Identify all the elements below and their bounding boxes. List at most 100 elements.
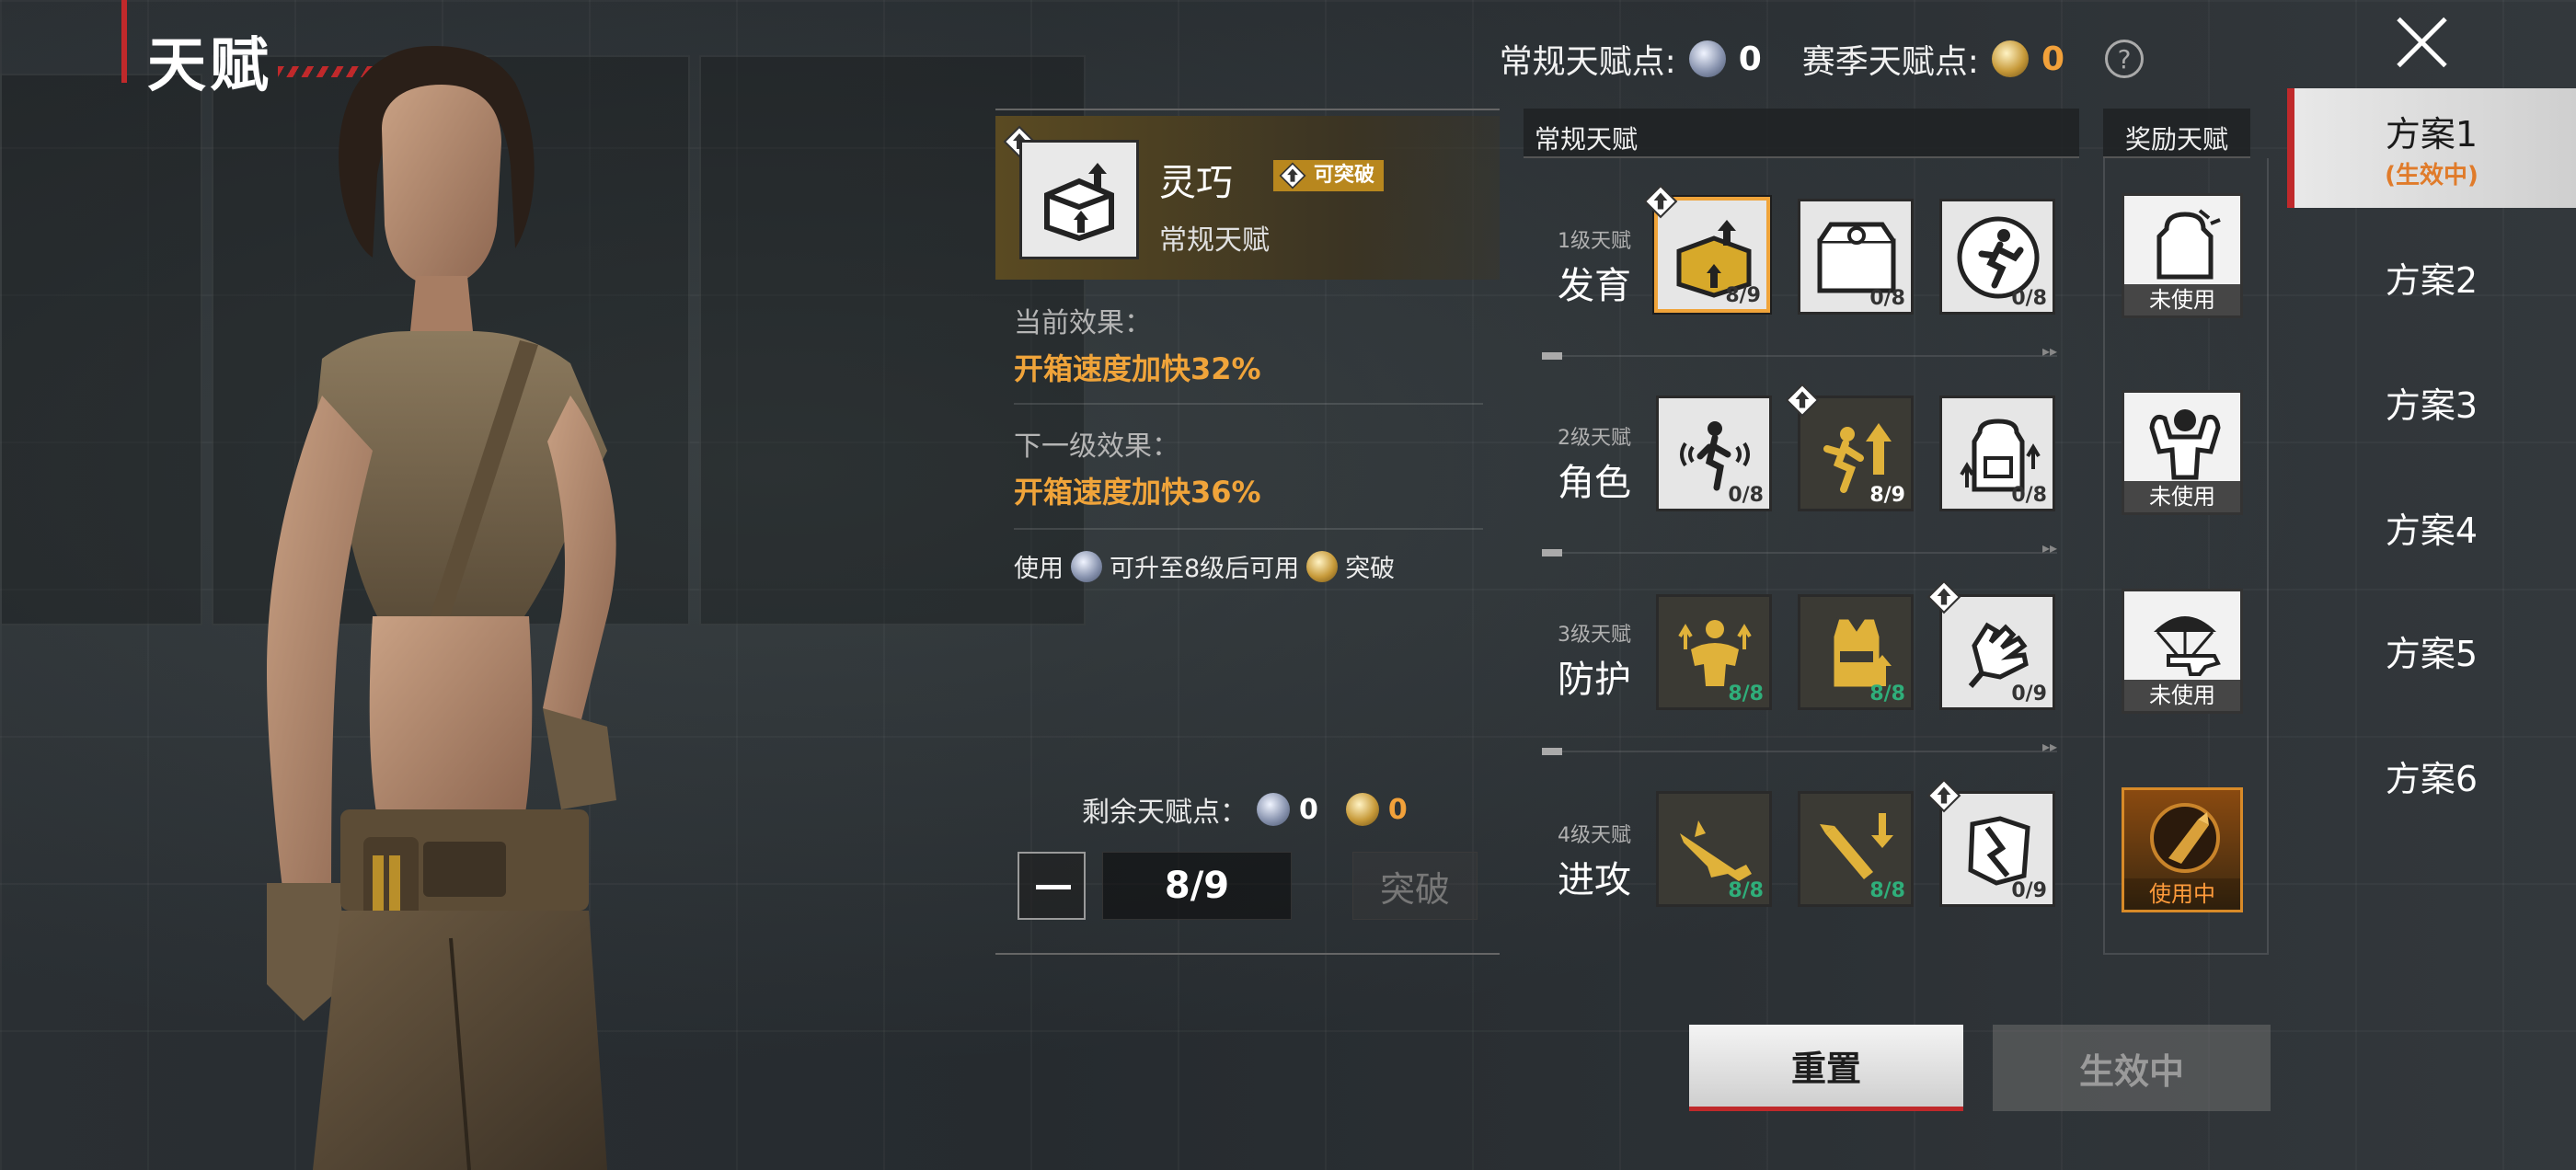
scheme-sidebar: 方案1 (生效中) 方案2 方案3 方案4 方案5 方案6 xyxy=(2287,88,2576,1170)
tier-name: 防护 xyxy=(1558,659,1631,701)
usage-prefix: 使用 xyxy=(1014,555,1064,583)
talent-cell-strength[interactable]: 8/8 xyxy=(1656,594,1772,710)
current-effect-label: 当前效果： xyxy=(1014,307,1152,339)
reward-state: 未使用 xyxy=(2124,481,2240,512)
scheme-status: (生效中) xyxy=(2385,162,2478,189)
silver-point-icon xyxy=(1688,40,1726,77)
gold-point-icon xyxy=(1991,40,2029,77)
talent-count: 8/9 xyxy=(1869,484,1905,507)
talent-level-display: 8/9 xyxy=(1102,852,1292,920)
talent-detail-header: 灵巧 可突破 常规天赋 xyxy=(995,116,1500,280)
talent-cell-footstep-sound[interactable]: 0/8 xyxy=(1656,396,1772,511)
close-icon[interactable] xyxy=(2392,13,2451,72)
talent-count: 8/8 xyxy=(1728,682,1764,705)
silver-point-icon xyxy=(1257,793,1290,826)
scheme-tab-6[interactable]: 方案6 xyxy=(2287,716,2576,835)
talent-count: 8/9 xyxy=(1725,284,1761,307)
tier-label: 2级天赋 角色 xyxy=(1535,421,1654,506)
scheme-tab-3[interactable]: 方案3 xyxy=(2287,342,2576,462)
scheme-tab-2[interactable]: 方案2 xyxy=(2287,217,2576,337)
talent-detail-icon xyxy=(1019,140,1139,259)
breakthrough-requirement: 使用 可升至8级后可用 突破 xyxy=(1014,548,1395,584)
reward-talent-flex[interactable]: 未使用 xyxy=(2122,390,2243,515)
tier-label: 1级天赋 发育 xyxy=(1535,224,1654,309)
divider xyxy=(1014,403,1483,405)
breakthrough-mark-icon xyxy=(1643,184,1678,219)
reward-talent-bullet[interactable]: 使用中 xyxy=(2122,787,2243,912)
tier-level: 3级天赋 xyxy=(1558,624,1631,647)
talent-detail-panel: 灵巧 可突破 常规天赋 当前效果： 开箱速度加快32% 下一级效果： 开箱速度加… xyxy=(995,109,1500,955)
talent-type: 常规天赋 xyxy=(1159,224,1270,257)
apply-button[interactable]: 生效中 xyxy=(1993,1025,2271,1111)
tier-divider xyxy=(1542,738,2057,755)
usage-middle: 可升至8级后可用 xyxy=(1110,555,1300,583)
talent-cell-supply-box[interactable]: 0/8 xyxy=(1798,199,1914,315)
tier-name: 发育 xyxy=(1558,265,1631,307)
remaining-points: 剩余天赋点： 0 0 xyxy=(1082,789,1408,830)
talent-count: 0/8 xyxy=(1869,287,1905,310)
talent-count: 0/8 xyxy=(2011,287,2047,310)
reward-talent-airdrop[interactable]: 未使用 xyxy=(2122,589,2243,714)
tier-name: 进攻 xyxy=(1558,859,1631,901)
talent-count: 0/8 xyxy=(2011,484,2047,507)
bullet-icon xyxy=(2150,803,2220,873)
regular-talent-header: 常规天赋 xyxy=(1524,109,2079,158)
gold-point-icon xyxy=(1306,550,1339,582)
tier-level: 1级天赋 xyxy=(1558,230,1631,253)
remaining-gold-value: 0 xyxy=(1387,793,1408,826)
reward-state: 未使用 xyxy=(2124,284,2240,315)
talent-count: 0/9 xyxy=(2011,879,2047,902)
next-effect-value: 开箱速度加快36% xyxy=(1014,475,1261,510)
breakthrough-mark-icon xyxy=(1279,162,1306,189)
bag-icon xyxy=(2156,209,2221,280)
talent-cell-rifle[interactable]: 8/8 xyxy=(1656,791,1772,907)
scheme-label: 方案1 xyxy=(2385,114,2478,155)
scheme-label: 方案5 xyxy=(2385,633,2478,674)
reward-talent-bag[interactable]: 未使用 xyxy=(2122,193,2243,318)
tier-divider xyxy=(1542,342,2057,360)
crate-open-icon xyxy=(1044,163,1114,242)
decrease-level-button[interactable] xyxy=(1018,852,1086,920)
airdrop-icon xyxy=(2154,616,2221,676)
reset-button[interactable]: 重置 xyxy=(1689,1025,1963,1111)
tier-label: 4级天赋 进攻 xyxy=(1535,819,1654,903)
remaining-silver-value: 0 xyxy=(1299,793,1318,826)
title-accent-bar xyxy=(121,0,127,83)
current-effect-value: 开箱速度加快32% xyxy=(1014,351,1261,386)
scheme-tab-4[interactable]: 方案4 xyxy=(2287,467,2576,587)
breakthrough-button[interactable]: 突破 xyxy=(1352,852,1478,920)
regular-points-label: 常规天赋点: xyxy=(1499,43,1676,81)
divider xyxy=(1014,528,1483,530)
talent-cell-backpack[interactable]: 0/8 xyxy=(1939,396,2055,511)
talent-cell-vest[interactable]: 8/8 xyxy=(1798,594,1914,710)
tier-level: 2级天赋 xyxy=(1558,427,1631,450)
talent-count: 0/9 xyxy=(2011,682,2047,705)
breakthrough-mark-icon xyxy=(1785,383,1820,418)
talent-cell-ammo[interactable]: 8/8 xyxy=(1798,791,1914,907)
tier-level: 4级天赋 xyxy=(1558,824,1631,847)
scheme-tab-1[interactable]: 方案1 (生效中) xyxy=(2287,88,2576,208)
scheme-tab-5[interactable]: 方案5 xyxy=(2287,591,2576,710)
gold-point-icon xyxy=(1345,793,1379,826)
tier-divider xyxy=(1542,539,2057,556)
scheme-label: 方案4 xyxy=(2385,510,2478,551)
regular-points-value: 0 xyxy=(1738,40,1762,78)
talent-cell-runner[interactable]: 0/8 xyxy=(1939,199,2055,315)
talent-name: 灵巧 xyxy=(1159,162,1233,204)
silver-point-icon xyxy=(1071,550,1102,582)
reward-talent-header: 奖励天赋 xyxy=(2103,109,2250,158)
scheme-label: 方案3 xyxy=(2385,384,2478,426)
character-portrait xyxy=(267,46,616,1170)
talent-count: 8/8 xyxy=(1869,879,1905,902)
next-effect-label: 下一级效果： xyxy=(1014,430,1179,463)
usage-suffix: 突破 xyxy=(1345,555,1396,583)
help-icon[interactable]: ? xyxy=(2105,40,2144,78)
flex-icon xyxy=(2149,409,2221,480)
breakthrough-mark-icon xyxy=(1926,778,1961,813)
talent-count: 8/8 xyxy=(1728,879,1764,902)
scheme-label: 方案6 xyxy=(2385,758,2478,799)
season-points-value: 0 xyxy=(2041,40,2064,78)
scheme-label: 方案2 xyxy=(2385,259,2478,301)
talent-points-header: 常规天赋点: 0 赛季天赋点: 0 ? xyxy=(1500,35,2144,83)
breakable-badge-label: 可突破 xyxy=(1314,164,1375,187)
